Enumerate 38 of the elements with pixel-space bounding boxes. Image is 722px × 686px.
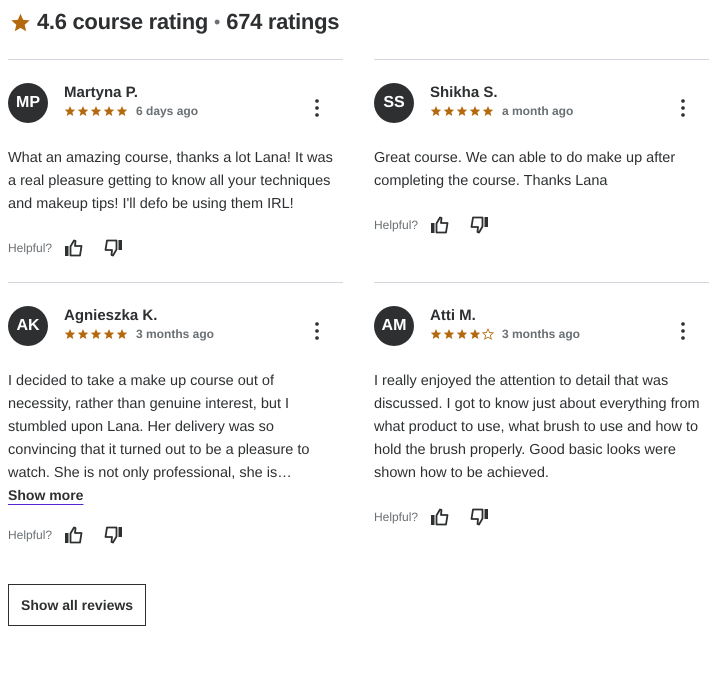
thumbs-down-icon[interactable]: [103, 238, 124, 258]
thumbs-down-icon[interactable]: [103, 525, 124, 545]
separator-dot: •: [214, 12, 220, 32]
reviewer-name: Martyna P.: [64, 84, 139, 101]
course-rating: 4.6 course rating: [37, 9, 208, 35]
helpful-label: Helpful?: [8, 528, 52, 542]
review-time: 3 months ago: [136, 327, 214, 341]
helpful-label: Helpful?: [374, 510, 418, 524]
helpful-label: Helpful?: [8, 241, 52, 255]
reviewer-name: Agnieszka K.: [64, 307, 158, 324]
more-options-icon[interactable]: [681, 322, 685, 340]
avatar: AM: [374, 306, 414, 346]
more-options-icon[interactable]: [315, 322, 319, 340]
reviewer-name: Atti M.: [430, 307, 477, 324]
avatar: SS: [374, 83, 414, 123]
review-text: I really enjoyed the attention to detail that was discussed. I got to know just about everything from what product to use, what brush to use and how to hold the brush properly. Good basic looks were shown how to be achieved.: [374, 372, 701, 483]
show-all-reviews-button[interactable]: Show all reviews: [8, 584, 146, 626]
review-text: What an amazing course, thanks a lot Lana! It was a real pleasure getting to know all your techniques and makeup tips! I'll defo be using them IRL!: [8, 149, 334, 214]
review-text: Great course. We can able to do make up after completing the course. Thanks Lana: [374, 149, 676, 191]
thumbs-down-icon[interactable]: [469, 215, 490, 235]
review-time: a month ago: [502, 104, 574, 118]
thumbs-up-icon[interactable]: [64, 525, 84, 545]
more-options-icon[interactable]: [681, 99, 685, 117]
review-text: I decided to take a make up course out of necessity, rather than genuine interest, but I stumbled upon Lana. Her delivery was so convincing that it turned out to be a pleasure to watch. She is not only professional, she is…: [8, 372, 310, 483]
thumbs-up-icon[interactable]: [64, 238, 84, 258]
thumbs-up-icon[interactable]: [430, 507, 450, 527]
review-time: 6 days ago: [136, 104, 198, 118]
helpful-label: Helpful?: [374, 218, 418, 232]
more-options-icon[interactable]: [315, 99, 319, 117]
avatar: AK: [8, 306, 48, 346]
ratings-count: 674 ratings: [226, 9, 340, 35]
thumbs-up-icon[interactable]: [430, 215, 450, 235]
star-icon: [10, 12, 31, 32]
review-time: 3 months ago: [502, 327, 580, 341]
thumbs-down-icon[interactable]: [469, 507, 490, 527]
avatar: MP: [8, 83, 48, 123]
show-more-link[interactable]: Show more: [8, 487, 84, 503]
reviewer-name: Shikha S.: [430, 84, 499, 101]
